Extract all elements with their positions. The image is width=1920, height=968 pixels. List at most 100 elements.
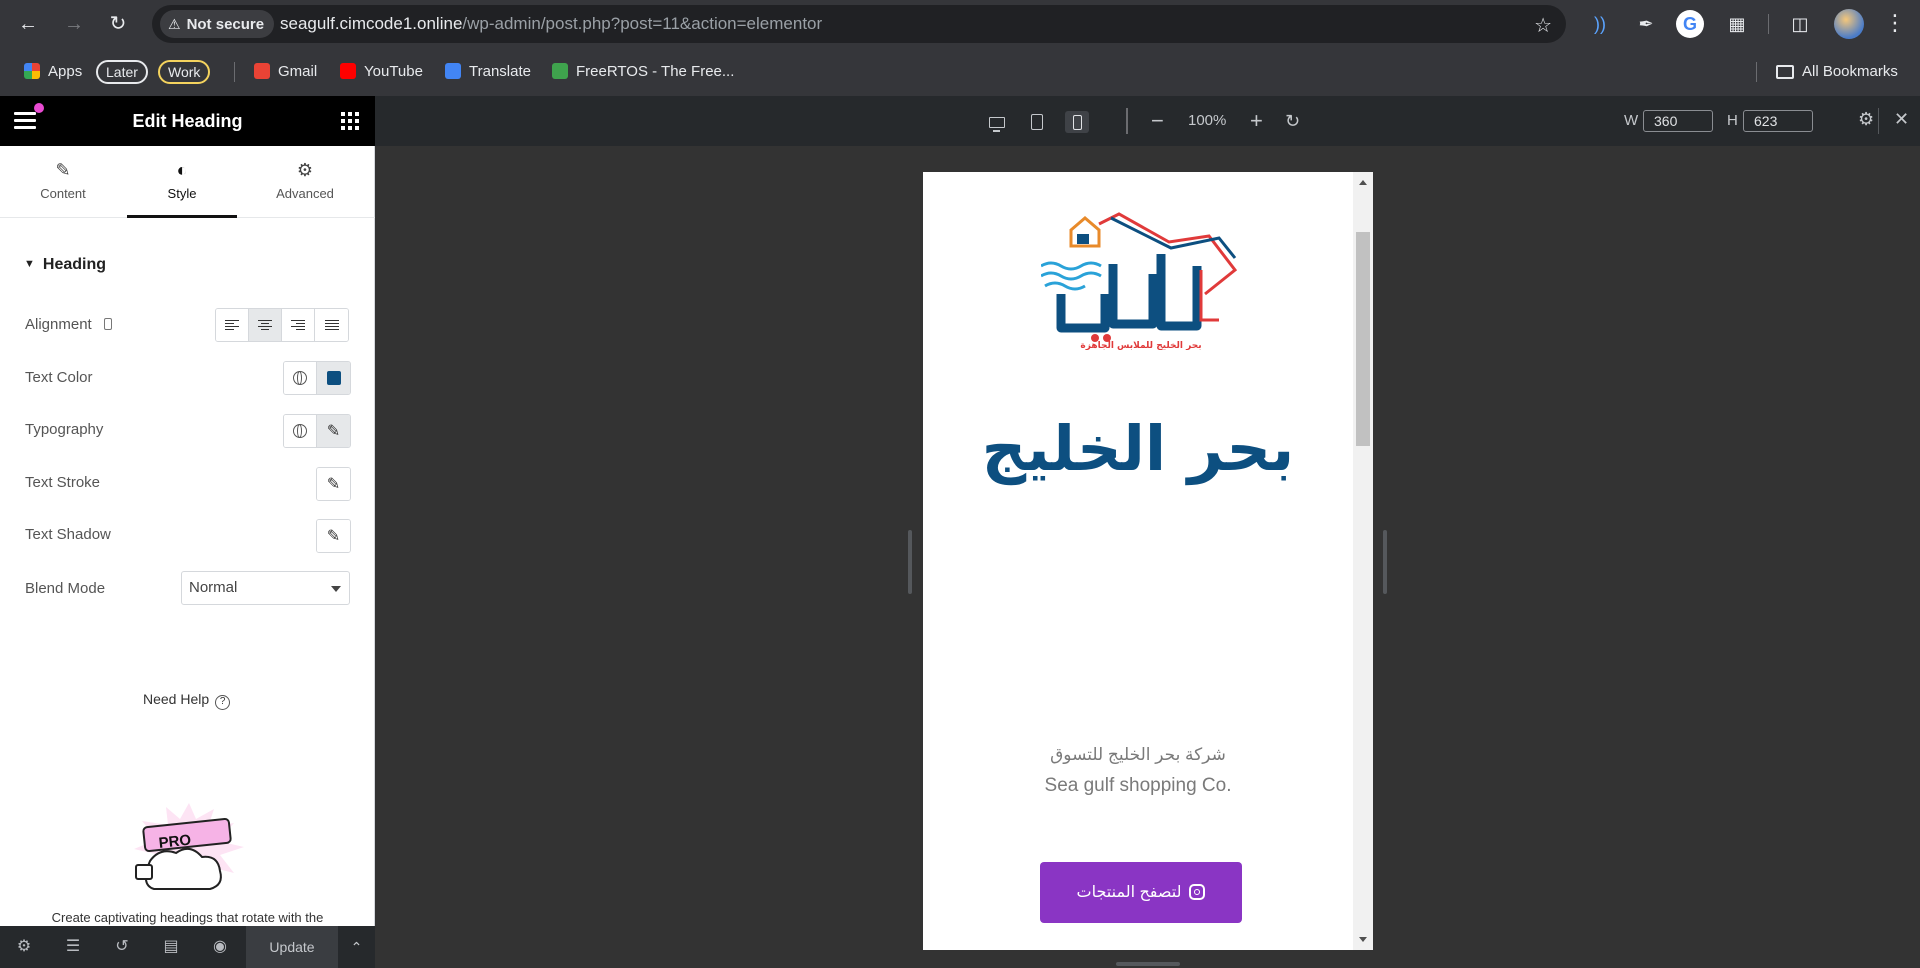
- blend-mode-select[interactable]: Normal: [181, 571, 350, 605]
- align-justify-icon: [324, 319, 339, 331]
- alignment-buttons: [215, 308, 349, 342]
- zoom-level: 100%: [1188, 112, 1227, 129]
- profile-avatar[interactable]: [1834, 9, 1864, 39]
- bookmarks-bar: Apps Later Work Gmail YouTube Translate …: [0, 48, 1920, 96]
- warning-icon: ⚠: [168, 16, 181, 32]
- browser-menu-icon[interactable]: ⋮: [1884, 10, 1906, 36]
- bookmark-apps-label: Apps: [48, 63, 83, 80]
- text-color-picker[interactable]: [317, 362, 350, 394]
- youtube-icon: [340, 63, 356, 79]
- back-button[interactable]: ←: [14, 10, 42, 38]
- tab-content[interactable]: ✎ Content: [8, 146, 118, 218]
- layers-icon[interactable]: ☰: [64, 938, 82, 956]
- responsive-bar: − 100% + ↻ W 360 H 623 ⚙ ✕: [375, 96, 1920, 146]
- height-input[interactable]: 623: [1743, 110, 1813, 132]
- logo-tagline: بحر الخليج للملابس الجاهزة: [1080, 341, 1201, 350]
- width-input[interactable]: 360: [1643, 110, 1713, 132]
- panel-footer: ⚙ ☰ ↺ ▤ ◉ Update ⌃: [0, 926, 375, 968]
- scroll-down-arrow-icon[interactable]: [1359, 937, 1367, 942]
- google-extension-icon[interactable]: G: [1676, 10, 1704, 38]
- scroll-up-arrow-icon[interactable]: [1359, 180, 1367, 185]
- gmail-icon: [254, 63, 270, 79]
- text-stroke-edit-button[interactable]: ✎: [317, 468, 350, 500]
- desktop-device-button[interactable]: [985, 111, 1009, 133]
- preview-scrollbar[interactable]: [1353, 172, 1373, 950]
- responsive-mode-icon[interactable]: ▤: [162, 938, 180, 956]
- bookmark-gmail-label: Gmail: [278, 63, 318, 80]
- reload-button[interactable]: ↻: [104, 10, 132, 38]
- align-center-button[interactable]: [249, 309, 282, 341]
- page-heading[interactable]: بحر الخليج: [923, 412, 1353, 485]
- zoom-out-icon[interactable]: −: [1151, 96, 1164, 146]
- typography-edit-button[interactable]: ✎: [317, 415, 350, 447]
- align-center-icon: [258, 319, 272, 331]
- responsive-settings-gear-icon[interactable]: ⚙: [1858, 109, 1874, 130]
- bookmark-youtube[interactable]: YouTube: [340, 58, 423, 86]
- tablet-device-button[interactable]: [1025, 111, 1049, 133]
- folder-icon: [1776, 65, 1794, 79]
- global-color-button[interactable]: [284, 362, 317, 394]
- preview-eye-icon[interactable]: ◉: [211, 938, 229, 956]
- text-shadow-edit-button[interactable]: ✎: [317, 520, 350, 552]
- history-icon[interactable]: ↺: [113, 938, 131, 956]
- all-bookmarks-label: All Bookmarks: [1802, 63, 1898, 80]
- text-stroke-label: Text Stroke: [25, 474, 101, 491]
- need-help-link[interactable]: Need Help?: [143, 691, 231, 710]
- color-swatch: [326, 371, 341, 385]
- eyedropper-extension-icon[interactable]: ✒: [1634, 12, 1658, 36]
- bookmark-apps[interactable]: Apps: [24, 58, 82, 86]
- widgets-grid-icon[interactable]: [341, 112, 359, 130]
- zoom-in-icon[interactable]: +: [1250, 96, 1263, 146]
- tab-style[interactable]: ◐ Style: [127, 146, 237, 218]
- subtitle-english[interactable]: Sea gulf shopping Co.: [923, 775, 1353, 797]
- section-heading-label: Heading: [42, 256, 107, 273]
- side-panel-icon[interactable]: ◫: [1788, 12, 1812, 36]
- bookmark-freertos-label: FreeRTOS - The Free...: [576, 63, 735, 80]
- mobile-device-button[interactable]: [1065, 111, 1089, 133]
- bookmark-star-icon[interactable]: ☆: [1534, 13, 1552, 38]
- tab-advanced[interactable]: ⚙ Advanced: [250, 146, 360, 218]
- settings-gear-icon[interactable]: ⚙: [15, 938, 33, 956]
- chevron-up-icon[interactable]: ⌃: [338, 926, 375, 968]
- bookmark-translate[interactable]: Translate: [445, 58, 531, 86]
- pencil-icon: ✎: [326, 423, 341, 440]
- resize-handle-right[interactable]: [1383, 530, 1387, 594]
- security-chip[interactable]: ⚠ Not secure: [160, 10, 275, 38]
- browse-products-button[interactable]: لتصفح المنتجات: [1040, 862, 1242, 923]
- freertos-icon: [552, 63, 568, 79]
- url-text[interactable]: seagulf.cimcode1.online/wp-admin/post.ph…: [280, 5, 822, 43]
- tab-style-label: Style: [167, 186, 197, 201]
- gear-icon: ⚙: [296, 160, 314, 180]
- browser-toolbar: ← → ↻ ⚠ Not secure seagulf.cimcode1.onlin…: [0, 0, 1920, 48]
- pencil-icon: ✎: [55, 160, 71, 180]
- align-left-button[interactable]: [216, 309, 249, 341]
- section-heading-toggle[interactable]: ▼ Heading: [24, 256, 106, 274]
- height-label: H: [1727, 112, 1738, 129]
- forward-button[interactable]: →: [60, 10, 88, 38]
- extensions-puzzle-icon[interactable]: ▦: [1725, 12, 1749, 36]
- promo-text: Create captivating headings that rotate …: [51, 910, 324, 925]
- bookmarks-divider-right: [1756, 62, 1757, 82]
- align-justify-button[interactable]: [315, 309, 348, 341]
- resize-handle-bottom[interactable]: [1116, 962, 1180, 966]
- width-label: W: [1624, 112, 1639, 129]
- global-typography-button[interactable]: [284, 415, 317, 447]
- resize-handle-left[interactable]: [908, 530, 912, 594]
- reset-zoom-icon[interactable]: ↻: [1285, 96, 1300, 146]
- close-responsive-icon[interactable]: ✕: [1894, 109, 1909, 130]
- instagram-icon: [1189, 884, 1206, 900]
- broadcast-extension-icon[interactable]: )): [1588, 12, 1612, 36]
- bookmark-freertos[interactable]: FreeRTOS - The Free...: [552, 58, 734, 86]
- bookmark-later[interactable]: Later: [96, 60, 148, 84]
- mobile-device-icon[interactable]: [103, 318, 112, 330]
- scroll-thumb[interactable]: [1356, 232, 1370, 446]
- toolbar-divider: [1768, 14, 1769, 34]
- bookmark-gmail[interactable]: Gmail: [254, 58, 317, 86]
- tablet-icon: [1031, 114, 1043, 130]
- all-bookmarks[interactable]: All Bookmarks: [1776, 58, 1898, 86]
- address-bar[interactable]: ⚠ Not secure seagulf.cimcode1.online/wp-a…: [152, 5, 1566, 43]
- update-button[interactable]: Update: [246, 926, 338, 968]
- align-right-button[interactable]: [282, 309, 315, 341]
- bookmark-work[interactable]: Work: [158, 60, 211, 84]
- subtitle-arabic[interactable]: شركة بحر الخليج للتسوق: [923, 745, 1353, 765]
